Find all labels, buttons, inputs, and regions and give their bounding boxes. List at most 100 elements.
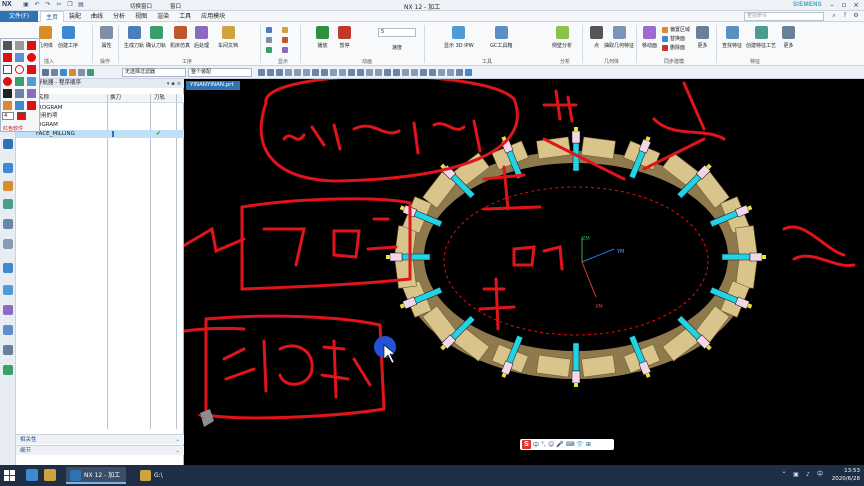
ime-keyboard-icon[interactable]: ⌨ — [566, 441, 575, 448]
text-icon[interactable] — [15, 77, 24, 86]
machine-tool-navigator-icon[interactable] — [3, 163, 13, 173]
postprocess-button[interactable]: 后处理 — [194, 26, 209, 49]
tab-applications[interactable]: 应用模块 — [196, 11, 230, 22]
snap-icon[interactable] — [60, 69, 67, 76]
pin-icon[interactable]: ▪ — [171, 80, 174, 89]
tab-home[interactable]: 主页 — [40, 11, 65, 22]
speed-select[interactable]: 5 — [378, 28, 416, 37]
machine-simulation-button[interactable]: 机床仿真 — [170, 26, 190, 49]
snap-point-icon[interactable] — [411, 69, 418, 76]
play-button[interactable]: 播放 — [316, 26, 329, 49]
ime-toolbar[interactable]: S 中 °, ☺ 🎤 ⌨ 👕 ⊞ — [520, 439, 614, 450]
column-tool-change[interactable]: 换刀 — [110, 94, 121, 103]
maximize-icon[interactable]: ▫ — [838, 0, 850, 10]
taskbar-item-explorer[interactable]: G:\ — [136, 467, 169, 484]
rectangle-icon[interactable] — [3, 65, 12, 74]
delete-face-button[interactable]: 删除面 — [662, 44, 685, 51]
snap-point-icon[interactable] — [429, 69, 436, 76]
shop-docs-button[interactable]: 车间文档 — [218, 26, 238, 49]
tab-tools[interactable]: 工具 — [174, 11, 196, 22]
search-icon[interactable]: ⌕ — [830, 12, 838, 20]
snap-point-icon[interactable] — [438, 69, 445, 76]
move-face-button[interactable]: 移动面 — [642, 26, 657, 49]
ime-punct-icon[interactable]: °, — [541, 441, 546, 448]
snap-point-icon[interactable] — [375, 69, 382, 76]
snap-point-icon[interactable] — [420, 69, 427, 76]
pen-width-input[interactable]: 4 — [2, 112, 14, 120]
snap-point-icon[interactable] — [456, 69, 463, 76]
screen-icon[interactable] — [15, 89, 24, 98]
close-icon[interactable]: × — [850, 0, 862, 10]
switch-window-button[interactable]: 切换窗口 — [130, 2, 152, 10]
help-icon[interactable]: ? — [841, 12, 849, 20]
minimize-icon[interactable]: – — [826, 0, 838, 10]
display-option-1[interactable] — [266, 26, 272, 33]
snap-point-icon[interactable] — [447, 69, 454, 76]
snap-point-icon[interactable] — [321, 69, 328, 76]
windows-start-icon[interactable] — [4, 470, 15, 481]
pen-icon[interactable] — [3, 41, 12, 50]
snap-point-icon[interactable] — [330, 69, 337, 76]
ime-toolbox-icon[interactable]: ⊞ — [586, 441, 591, 448]
replace-face-button[interactable]: 替换面 — [662, 35, 685, 42]
arrow-icon[interactable] — [15, 53, 24, 62]
assembly-navigator-icon[interactable] — [3, 181, 13, 191]
command-search-input[interactable]: 查找命令 — [744, 12, 824, 21]
part-navigator-icon[interactable] — [3, 219, 13, 229]
sidewall-analysis-button[interactable]: 侧壁分析 — [552, 26, 572, 49]
dependencies-panel[interactable]: 相关性 ⌄ — [16, 434, 184, 444]
window-menu-button[interactable]: 窗口 — [170, 2, 181, 10]
snap-point-icon[interactable] — [348, 69, 355, 76]
network-icon[interactable]: ▣ — [792, 471, 800, 479]
paste-icon[interactable]: ▤ — [77, 1, 85, 9]
snap-point-icon[interactable] — [267, 69, 274, 76]
web-browser-icon[interactable] — [3, 285, 13, 295]
snap-point-icon[interactable] — [312, 69, 319, 76]
tab-curve[interactable]: 曲线 — [86, 11, 108, 22]
taskbar-clock[interactable]: 13:53 2020/6/28 — [832, 467, 860, 483]
cut-icon[interactable]: ✂ — [55, 1, 63, 9]
undo-icon[interactable]: ↶ — [33, 1, 41, 9]
show-3d-ipw-button[interactable]: 显示 3D IPW — [444, 26, 474, 49]
type-filter-select[interactable]: 无选择过滤器 — [122, 68, 186, 77]
filter-icon[interactable] — [51, 69, 58, 76]
snap-point-icon[interactable] — [258, 69, 265, 76]
select-icon[interactable] — [69, 69, 76, 76]
process-studio-icon[interactable] — [3, 345, 13, 355]
tree-row-unused-items[interactable]: 不使用的项 — [16, 112, 184, 120]
save-drawing-icon[interactable] — [15, 101, 24, 110]
box-select-icon[interactable] — [78, 69, 85, 76]
snap-point-icon[interactable] — [357, 69, 364, 76]
tab-render[interactable]: 渲染 — [152, 11, 174, 22]
create-operation-button[interactable]: 创建工序 — [58, 26, 78, 49]
graphics-window[interactable]: YINANYINAN.prt ZM YM XM S 中 °, ☺ 🎤 ⌨ 👕 ⊞ — [184, 79, 864, 465]
properties-button[interactable]: 属性 — [100, 26, 113, 49]
tab-analysis[interactable]: 分析 — [108, 11, 130, 22]
geometry-button[interactable]: 几何体 — [38, 26, 53, 49]
display-option-3[interactable] — [266, 46, 272, 53]
line-icon[interactable] — [3, 53, 12, 62]
clear-icon[interactable] — [27, 101, 36, 110]
system-materials-icon[interactable] — [3, 325, 13, 335]
pause-button[interactable]: 暂停 — [338, 26, 351, 49]
verify-toolpath-button[interactable]: 确认刀轨 — [146, 26, 166, 49]
circle-icon[interactable] — [27, 53, 36, 62]
details-panel[interactable]: 细节 ⌄ — [16, 445, 184, 455]
save-icon[interactable]: ▣ — [22, 1, 30, 9]
ime-emoji-icon[interactable]: ☺ — [548, 441, 554, 448]
roles-icon[interactable] — [3, 365, 13, 375]
task-view-icon[interactable] — [26, 469, 38, 481]
snap-point-icon[interactable] — [339, 69, 346, 76]
tree-row-program[interactable]: PROGRAM — [16, 121, 184, 129]
display-option-4[interactable] — [282, 26, 288, 33]
redo-icon[interactable]: ↷ — [44, 1, 52, 9]
snap-point-icon[interactable] — [303, 69, 310, 76]
find-feature-button[interactable]: 查找特征 — [722, 26, 742, 49]
tab-assembly[interactable]: 装配 — [64, 11, 86, 22]
volume-icon[interactable]: ♪ — [804, 471, 812, 479]
snap-point-icon[interactable] — [366, 69, 373, 76]
snap-point-icon[interactable] — [384, 69, 391, 76]
history-icon[interactable] — [3, 263, 13, 273]
tree-row-face-milling[interactable]: FACE_MILLING ✔ — [16, 130, 184, 138]
generate-toolpath-button[interactable]: 生成刀轨 — [124, 26, 144, 49]
